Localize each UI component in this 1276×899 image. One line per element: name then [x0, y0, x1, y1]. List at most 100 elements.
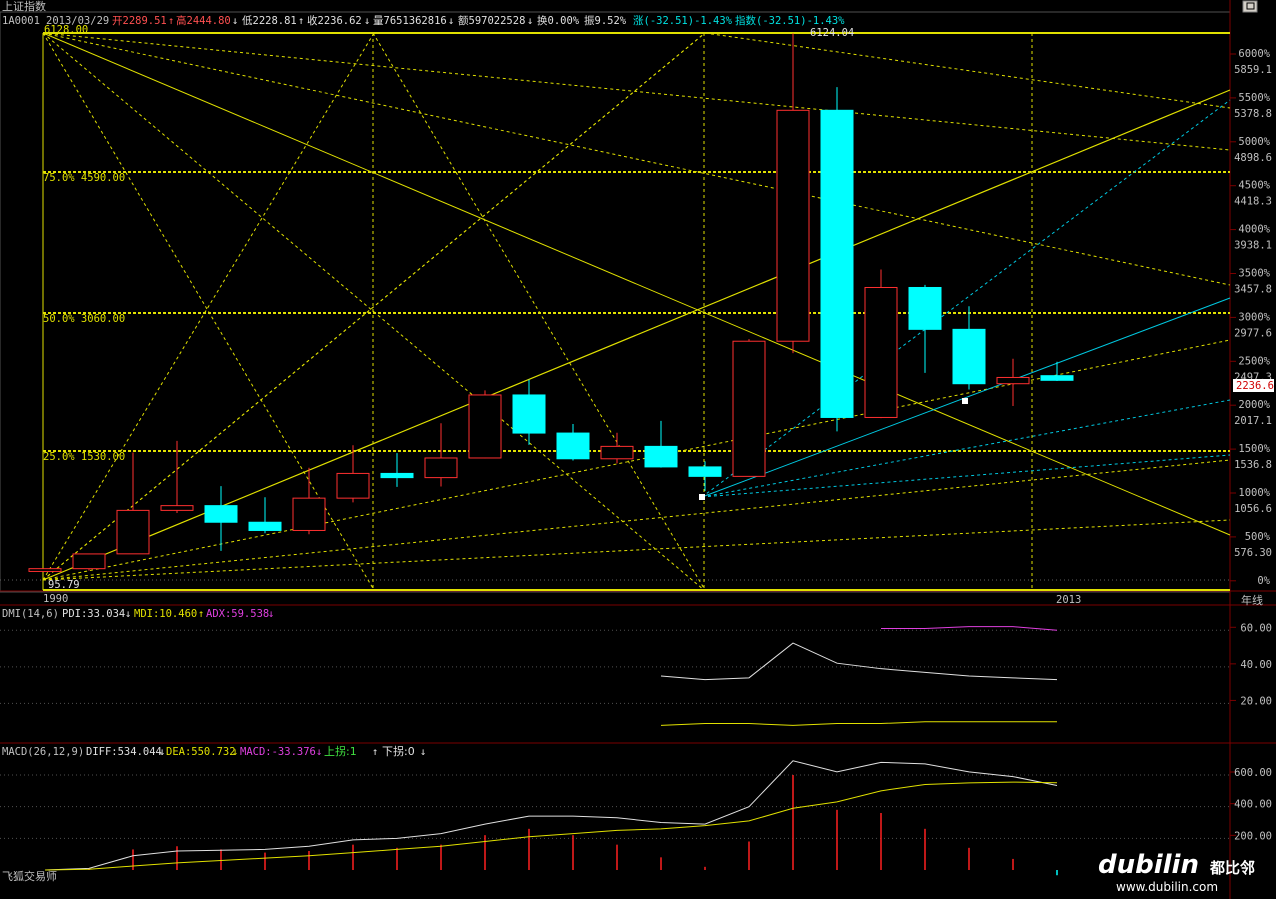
pct-label: 6000%: [1238, 48, 1270, 60]
pct-label: 3000%: [1238, 311, 1270, 323]
candle-body-2013: [1040, 375, 1074, 381]
price-label: 5378.8: [1234, 108, 1272, 120]
macd-axis-label: 600.00: [1234, 767, 1272, 779]
candle-body-1997: [336, 472, 370, 499]
pct-label: 5000%: [1238, 136, 1270, 148]
dmi-axis: 60.00 40.00 20.00: [1230, 622, 1272, 707]
candle-body-1995: [248, 521, 282, 531]
top-left-label: 6128.00: [44, 24, 88, 36]
info-amplitude: 振9.52%: [584, 14, 627, 27]
current-price: 2236.6: [1236, 380, 1274, 392]
period-label: 年线: [1241, 593, 1263, 607]
pct-label: 4500%: [1238, 180, 1270, 192]
restore-window-icon[interactable]: [1242, 0, 1258, 13]
anchor-marker: [699, 494, 705, 500]
macd-dea: DEA:550.732: [166, 746, 236, 758]
price-axis: 6000% 5500% 5000% 4500% 4000% 3500% 3000% 2500%…: [1230, 48, 1272, 587]
macd-plot: [0, 760, 1230, 876]
fib-25-label: 25.0% 1530.00: [43, 451, 125, 463]
price-label: 1056.6: [1234, 503, 1272, 515]
gann-fan-line: [42, 32, 1231, 286]
svg-text:↑: ↑: [372, 746, 378, 758]
candle-body-2006: [732, 340, 766, 477]
macd-value: MACD:-33.376: [240, 746, 316, 758]
candle-body-1998: [380, 472, 414, 479]
candle-body-2001: [512, 394, 546, 434]
candle-body-2010: [908, 286, 942, 330]
macd-diff: DIFF:534.044: [86, 746, 162, 758]
watermark-text: dubilin: [1098, 850, 1199, 880]
candle-body-2000: [468, 394, 502, 459]
mdi-line: [660, 721, 1057, 726]
pct-label: 4000%: [1238, 224, 1270, 236]
dmi-pdi: PDI:33.034: [62, 608, 125, 620]
cyan-fan-line: [701, 399, 1231, 498]
candle-body-1996: [292, 497, 326, 531]
gann-fan-line: [42, 32, 1231, 151]
dmi-adx: ADX:59.538: [206, 608, 269, 620]
candle-body-1991: [72, 553, 106, 570]
stock-chart[interactable]: 上证指数 1A0001 2013/03/29 开2289.51 ↑ 高2444.…: [0, 0, 1276, 899]
cyan-fan-line: [701, 454, 1231, 498]
arrow-down-icon: ↓: [364, 15, 370, 27]
end-year-label: 2013: [1056, 594, 1081, 606]
fib-75-label: 75.0% 4590.00: [43, 172, 125, 184]
arrow-down-icon: ↓: [448, 15, 454, 27]
info-volume: 量7651362816: [373, 15, 447, 27]
watermark-cn: 都比邻: [1209, 859, 1255, 877]
arrow-down-icon: ↓: [232, 15, 238, 27]
price-label: 4898.6: [1234, 152, 1272, 164]
footer-label: 飞狐交易师: [2, 869, 57, 883]
dmi-plot: [0, 626, 1230, 726]
macd-axis-label: 200.00: [1234, 830, 1272, 842]
dmi-mdi: MDI:10.460: [134, 608, 197, 620]
info-close: 收2236.62: [307, 14, 362, 27]
info-low: 低2228.81: [242, 14, 297, 27]
svg-text:↓: ↓: [316, 746, 322, 758]
info-code: 1A0001: [2, 15, 40, 27]
info-turnover: 换0.00%: [537, 14, 580, 27]
candle-body-2008: [820, 109, 854, 418]
gann-fan-line: [42, 32, 705, 591]
pct-label: 1500%: [1238, 443, 1270, 455]
candles[interactable]: [28, 33, 1074, 572]
info-open: 开2289.51: [112, 15, 167, 27]
anchor-marker: [962, 398, 968, 404]
price-label: 1536.8: [1234, 459, 1272, 471]
pct-label: 2000%: [1238, 399, 1270, 411]
pct-label: 2500%: [1238, 355, 1270, 367]
gann-fan-line: [704, 32, 1231, 109]
macd-down: 下拐:0: [382, 744, 415, 758]
svg-text:↓: ↓: [159, 746, 165, 758]
candle-body-1990: [28, 568, 62, 572]
dmi-title: DMI(14,6): [2, 608, 59, 620]
macd-axis: 600.00 400.00 200.00: [1230, 767, 1272, 842]
bottom-left-label: 95.79: [48, 579, 80, 591]
watermark-url: www.dubilin.com: [1116, 880, 1218, 894]
dmi-header: DMI(14,6) PDI:33.034 ↓ MDI:10.460 ↑ ADX:…: [2, 608, 274, 620]
macd-header: MACD(26,12,9) DIFF:534.044 ↓ DEA:550.732…: [2, 744, 426, 758]
diff-line: [44, 760, 1058, 871]
gann-diag: [372, 32, 706, 591]
price-label: 576.30: [1234, 547, 1272, 559]
macd-up: 上拐:1: [324, 744, 357, 758]
pct-label: 5500%: [1238, 92, 1270, 104]
candle-body-2011: [952, 328, 986, 385]
macd-axis-label: 400.00: [1234, 799, 1272, 811]
candle-body-2009: [864, 286, 898, 418]
pct-label: 1000%: [1238, 487, 1270, 499]
price-label: 2017.1: [1234, 415, 1272, 427]
pdi-line: [660, 642, 1058, 681]
arrow-up-icon: ↑: [168, 15, 174, 27]
info-index-change: 指数(-32.51)-1.43%: [735, 14, 845, 27]
svg-text:↓: ↓: [420, 746, 426, 758]
dmi-axis-label: 20.00: [1240, 695, 1272, 707]
candle-body-1999: [424, 457, 458, 479]
candle-body-2004: [644, 445, 678, 468]
dea-line: [44, 781, 1058, 871]
peak-label: 6124.04: [810, 27, 854, 39]
candle-body-2003: [600, 445, 634, 460]
candle-body-2007: [776, 109, 810, 342]
frames: [0, 0, 1276, 899]
candle-body-2012: [996, 376, 1030, 385]
